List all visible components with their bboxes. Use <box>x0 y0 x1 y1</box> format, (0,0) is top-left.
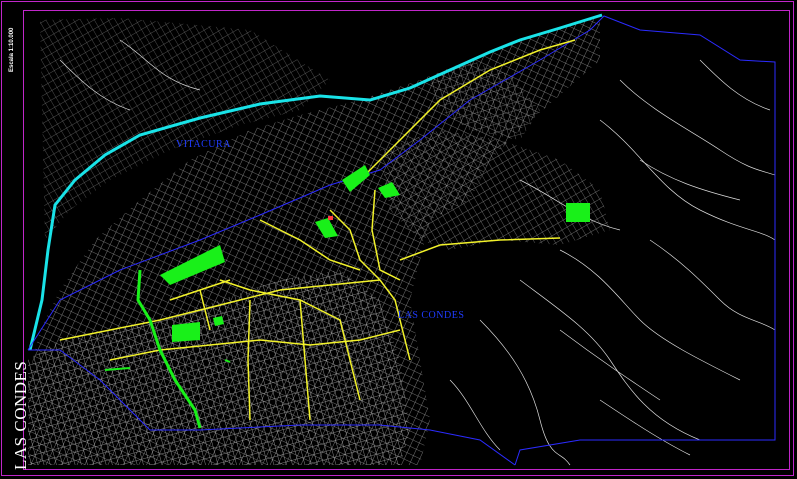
map-frame <box>23 10 790 470</box>
district-label-vitacura: VITACURA <box>176 139 231 150</box>
district-label-las-condes: LAS CONDES <box>398 310 465 321</box>
scale-label: Escala 1:10.000 <box>9 27 15 72</box>
municipality-title: LAS CONDES <box>11 360 30 470</box>
